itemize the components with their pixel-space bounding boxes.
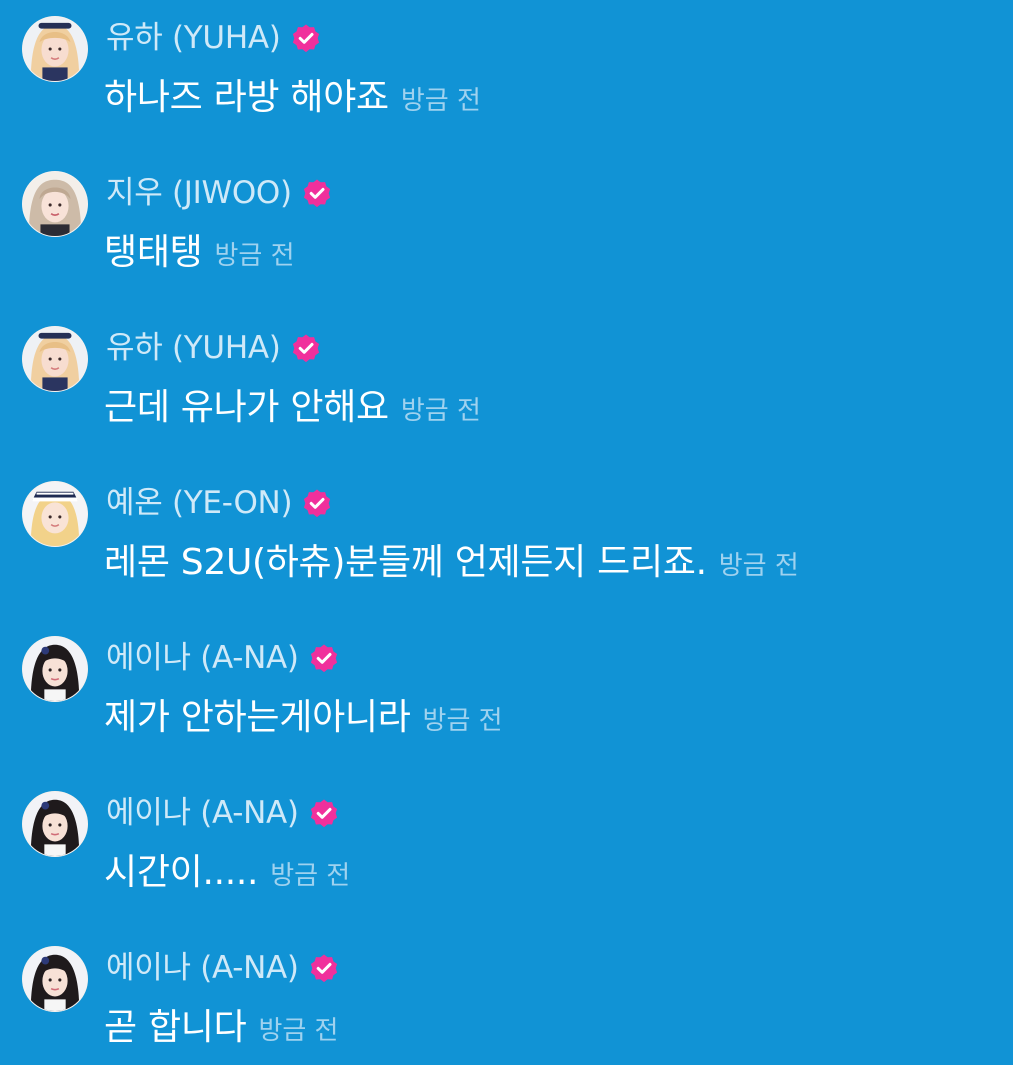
message-text: 시간이..... xyxy=(104,852,259,893)
chat-message: 에이나 (A-NA) 제가 안하는게아니라 방금 전 xyxy=(0,620,1013,740)
author-name[interactable]: 예온 (YE-ON) xyxy=(106,483,293,523)
author-name[interactable]: 에이나 (A-NA) xyxy=(106,793,299,833)
verified-badge-icon xyxy=(309,953,339,983)
message-timestamp: 방금 전 xyxy=(400,396,481,426)
chat-message: 유하 (YUHA) 근데 유나가 안해요 방금 전 xyxy=(0,310,1013,430)
chat-message: 에이나 (A-NA) 시간이..... 방금 전 xyxy=(0,775,1013,895)
chat-message: 예온 (YE-ON) 레몬 S2U(하츄)분들께 언제든지 드리죠. 방금 전 xyxy=(0,465,1013,585)
avatar[interactable] xyxy=(22,171,88,237)
verified-badge-icon xyxy=(291,333,321,363)
author-name[interactable]: 에이나 (A-NA) xyxy=(106,638,299,678)
user-avatar-icon xyxy=(23,172,87,236)
author-name[interactable]: 유하 (YUHA) xyxy=(106,18,281,58)
verified-badge-icon xyxy=(309,798,339,828)
user-avatar-icon xyxy=(23,17,87,81)
verified-badge-icon xyxy=(291,23,321,53)
avatar[interactable] xyxy=(22,636,88,702)
user-avatar-icon xyxy=(23,637,87,701)
message-timestamp: 방금 전 xyxy=(400,86,481,116)
message-text: 곧 합니다 xyxy=(104,1007,247,1048)
verified-badge-icon xyxy=(302,488,332,518)
user-avatar-icon xyxy=(23,792,87,856)
avatar[interactable] xyxy=(22,326,88,392)
message-text: 제가 안하는게아니라 xyxy=(104,697,411,738)
avatar[interactable] xyxy=(22,481,88,547)
author-name[interactable]: 에이나 (A-NA) xyxy=(106,948,299,988)
message-text: 근데 유나가 안해요 xyxy=(104,387,389,428)
chat-message: 지우 (JIWOO) 탱태탱 방금 전 xyxy=(0,155,1013,275)
author-name[interactable]: 지우 (JIWOO) xyxy=(106,173,292,213)
message-text: 하나즈 라방 해야죠 xyxy=(104,77,389,118)
author-name[interactable]: 유하 (YUHA) xyxy=(106,328,281,368)
message-timestamp: 방금 전 xyxy=(422,706,503,736)
avatar[interactable] xyxy=(22,946,88,1012)
message-timestamp: 방금 전 xyxy=(214,241,295,271)
verified-badge-icon xyxy=(302,178,332,208)
avatar[interactable] xyxy=(22,791,88,857)
message-timestamp: 방금 전 xyxy=(258,1016,339,1046)
message-text: 레몬 S2U(하츄)분들께 언제든지 드리죠. xyxy=(104,542,707,583)
verified-badge-icon xyxy=(309,643,339,673)
chat-message: 에이나 (A-NA) 곧 합니다 방금 전 xyxy=(0,930,1013,1050)
message-text: 탱태탱 xyxy=(104,232,203,273)
user-avatar-icon xyxy=(23,327,87,391)
user-avatar-icon xyxy=(23,482,87,546)
chat-message-list: 유하 (YUHA) 하나즈 라방 해야죠 방금 전 지우 (JIWOO) 탱태탱… xyxy=(0,0,1013,1065)
chat-message: 유하 (YUHA) 하나즈 라방 해야죠 방금 전 xyxy=(0,0,1013,120)
message-timestamp: 방금 전 xyxy=(270,861,351,891)
user-avatar-icon xyxy=(23,947,87,1011)
avatar[interactable] xyxy=(22,16,88,82)
message-timestamp: 방금 전 xyxy=(718,551,799,581)
